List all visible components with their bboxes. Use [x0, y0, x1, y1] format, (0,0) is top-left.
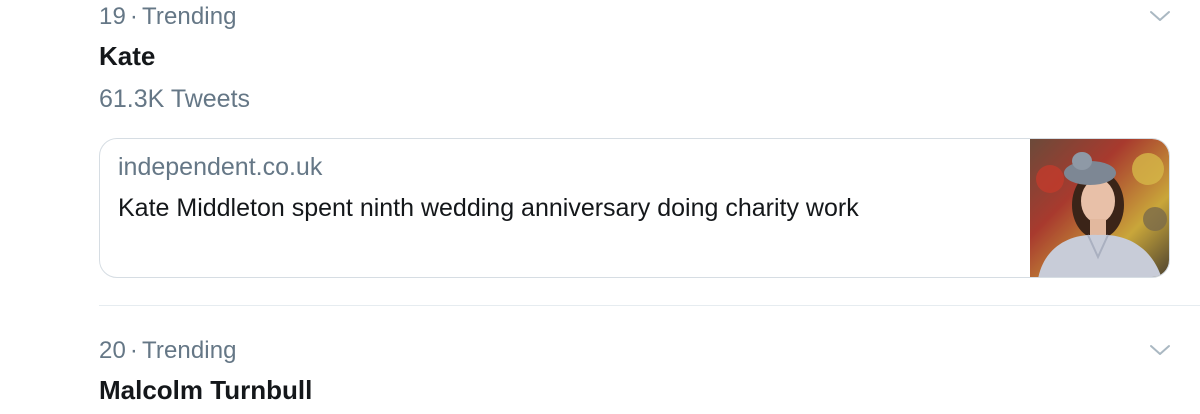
trend-item-20[interactable]: 20 · Trending Malcolm Turnbull — [0, 306, 1200, 414]
trend-meta: 20 · Trending — [99, 337, 237, 365]
separator-dot: · — [129, 337, 138, 364]
card-domain: independent.co.uk — [118, 153, 323, 181]
tweet-count: 61.3K Tweets — [99, 85, 251, 113]
trend-item-19[interactable]: 19 · Trending Kate 61.3K Tweets independen… — [0, 0, 1200, 300]
separator-dot: · — [129, 3, 138, 30]
trend-topic[interactable]: Kate — [99, 41, 155, 72]
trend-category: Trending — [142, 337, 237, 364]
trend-topic[interactable]: Malcolm Turnbull — [99, 375, 312, 406]
card-headline: Kate Middleton spent ninth wedding anniv… — [118, 194, 859, 222]
chevron-down-icon[interactable] — [1148, 342, 1172, 358]
news-photo — [1030, 139, 1169, 277]
trend-rank: 19 — [99, 3, 126, 30]
trend-meta: 19 · Trending — [99, 3, 237, 31]
card-thumbnail — [1030, 139, 1169, 277]
chevron-down-icon[interactable] — [1148, 8, 1172, 24]
trend-rank: 20 — [99, 337, 126, 364]
news-card[interactable]: independent.co.uk Kate Middleton spent n… — [99, 138, 1170, 278]
trend-category: Trending — [142, 3, 237, 30]
